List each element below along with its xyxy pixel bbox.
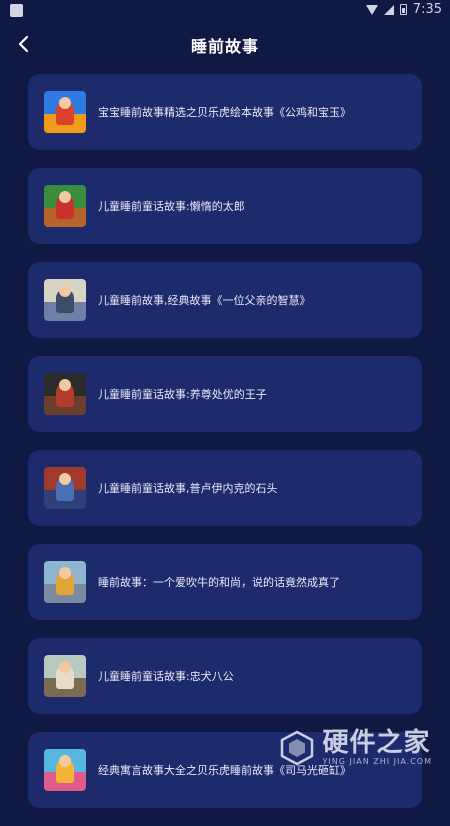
story-card[interactable]: 儿童睡前童话故事:养尊处优的王子 [28, 356, 422, 432]
story-title: 宝宝睡前故事精选之贝乐虎绘本故事《公鸡和宝玉》 [98, 106, 351, 119]
story-thumbnail [44, 185, 86, 227]
story-title: 儿童睡前童话故事:养尊处优的王子 [98, 388, 267, 401]
page-title: 睡前故事 [190, 37, 259, 56]
status-bar: 7:35 [0, 0, 450, 22]
watermark: 硬件之家 YING JIAN ZHI JIA.COM [279, 729, 432, 766]
story-thumbnail [44, 373, 86, 415]
watermark-name: 硬件之家 [322, 728, 431, 758]
story-card[interactable]: 儿童睡前故事,经典故事《一位父亲的智慧》 [28, 262, 422, 338]
status-icons: 7:35 [365, 2, 442, 17]
story-thumbnail [44, 91, 86, 133]
battery-icon [399, 4, 407, 15]
story-card[interactable]: 宝宝睡前故事精选之贝乐虎绘本故事《公鸡和宝玉》 [28, 74, 422, 150]
story-card[interactable]: 儿童睡前童话故事:懒惰的太郎 [28, 168, 422, 244]
wifi-icon [365, 4, 378, 15]
story-title: 睡前故事：一个爱吹牛的和尚，说的话竟然成真了 [98, 576, 340, 589]
story-title: 儿童睡前故事,经典故事《一位父亲的智慧》 [98, 294, 311, 307]
story-card[interactable]: 睡前故事：一个爱吹牛的和尚，说的话竟然成真了 [28, 544, 422, 620]
header: 睡前故事 [0, 22, 450, 66]
story-thumbnail [44, 655, 86, 697]
story-thumbnail [44, 749, 86, 791]
story-title: 儿童睡前童话故事:懒惰的太郎 [98, 200, 245, 213]
story-card[interactable]: 儿童睡前童话故事,普卢伊内克的石头 [28, 450, 422, 526]
gallery-notification-icon [10, 4, 23, 17]
story-title: 儿童睡前童话故事:忠犬八公 [98, 670, 234, 683]
status-time: 7:35 [412, 2, 442, 17]
watermark-logo-icon [280, 730, 313, 765]
story-card[interactable]: 儿童睡前童话故事:忠犬八公 [28, 638, 422, 714]
watermark-sub: YING JIAN ZHI JIA.COM [322, 757, 432, 766]
story-thumbnail [44, 467, 86, 509]
story-title: 儿童睡前童话故事,普卢伊内克的石头 [98, 482, 278, 495]
story-thumbnail [44, 279, 86, 321]
story-thumbnail [44, 561, 86, 603]
story-list: 宝宝睡前故事精选之贝乐虎绘本故事《公鸡和宝玉》 儿童睡前童话故事:懒惰的太郎 儿童睡… [28, 74, 422, 826]
signal-icon [383, 4, 394, 15]
